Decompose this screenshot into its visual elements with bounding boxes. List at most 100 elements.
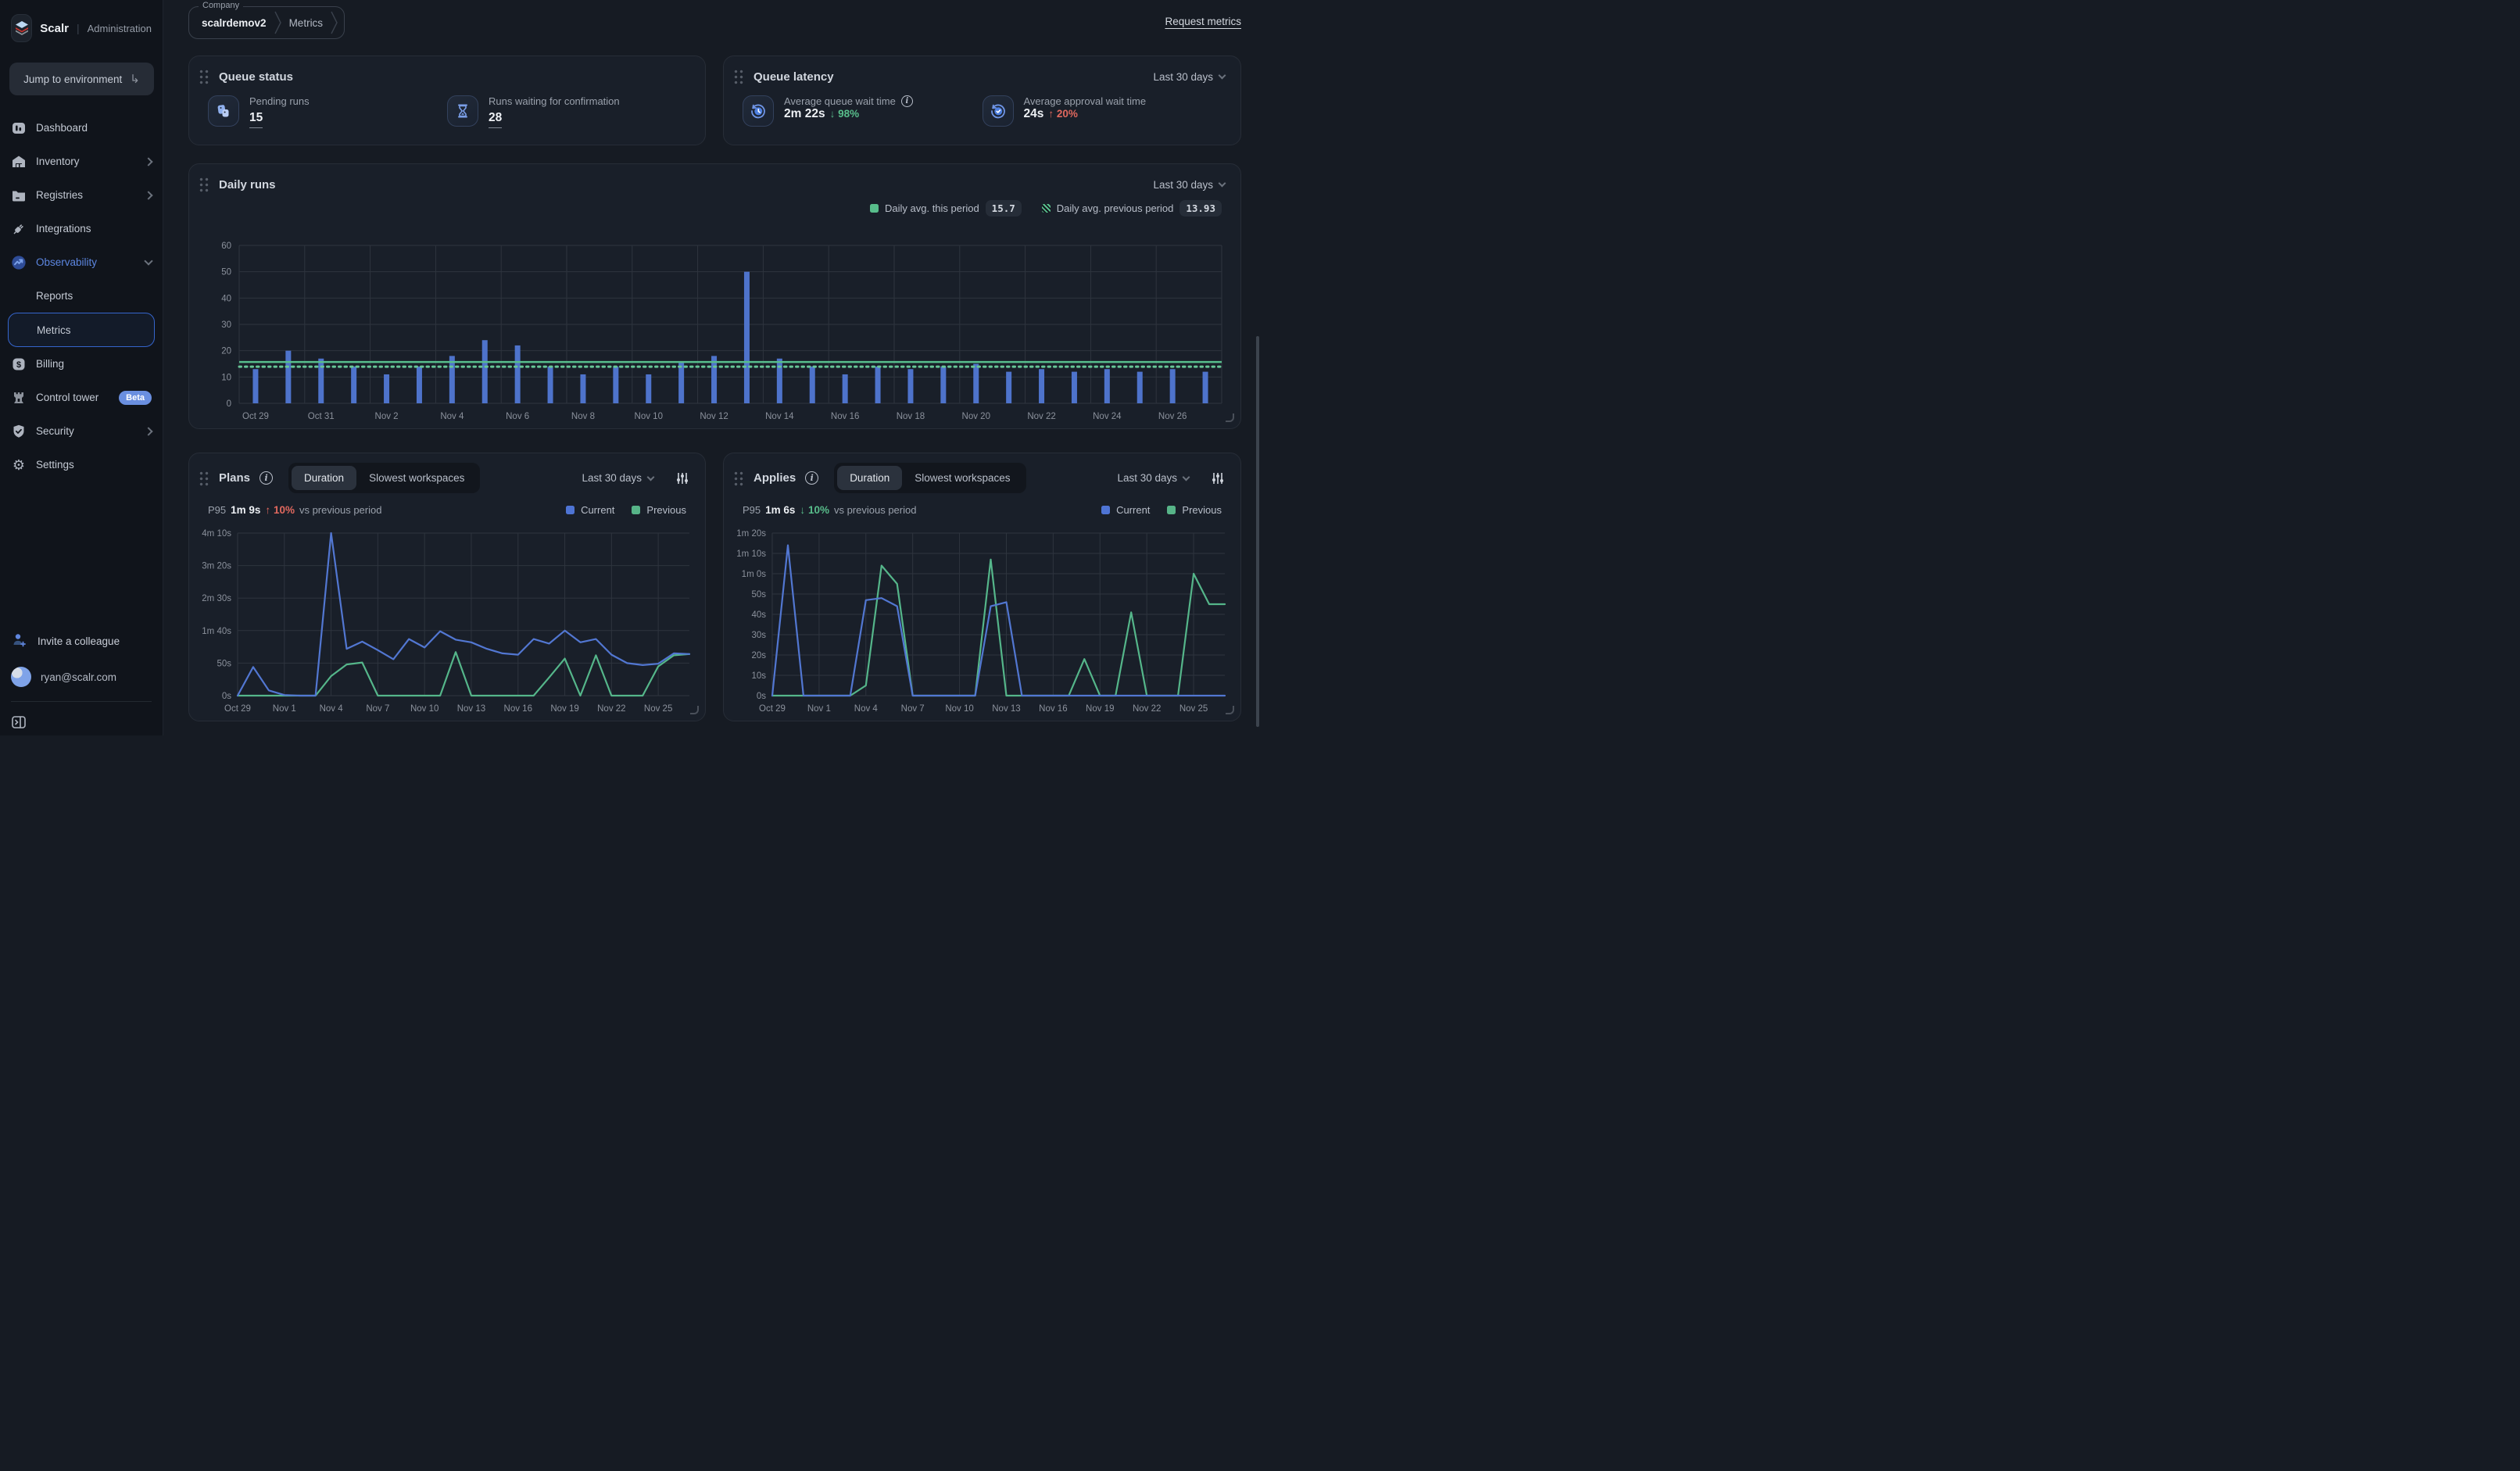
resize-grip[interactable] [690, 706, 699, 714]
info-icon[interactable]: i [805, 471, 818, 485]
info-icon[interactable]: i [260, 471, 273, 485]
sidebar-item-settings[interactable]: ⚙Settings [0, 448, 163, 481]
resize-grip[interactable] [1226, 706, 1234, 714]
stat-pending-runs: Pending runs15 [208, 95, 447, 128]
drag-handle-icon[interactable] [199, 177, 209, 192]
stat-value: 28 [489, 111, 502, 128]
sidebar-item-label: Security [36, 425, 136, 437]
svg-text:Nov 13: Nov 13 [992, 704, 1020, 714]
stat-label: Pending runs [249, 95, 310, 107]
tab-slowest-workspaces[interactable]: Slowest workspaces [902, 466, 1022, 490]
legend-swatch-icon [566, 506, 575, 514]
daily-runs-period-dropdown[interactable]: Last 30 days [1153, 179, 1225, 191]
queue-latency-card: Queue latency Last 30 days Average queue… [723, 55, 1241, 145]
user-menu[interactable]: ryan@scalr.com [0, 659, 163, 695]
stat-label: Average approval wait time [1024, 95, 1147, 107]
svg-text:50: 50 [221, 268, 231, 277]
svg-text:Nov 1: Nov 1 [807, 704, 831, 714]
svg-text:Nov 25: Nov 25 [644, 704, 672, 714]
breadcrumb-company[interactable]: scalrdemov2 [202, 17, 267, 29]
chevron-down-icon [1219, 72, 1226, 80]
legend-item[interactable]: Daily avg. this period15.7 [870, 200, 1022, 217]
tab-slowest-workspaces[interactable]: Slowest workspaces [356, 466, 477, 490]
sidebar-item-billing[interactable]: $Billing [0, 347, 163, 381]
legend-item[interactable]: Daily avg. previous period13.93 [1042, 200, 1222, 217]
sidebar-item-observability[interactable]: Observability [0, 245, 163, 279]
legend-swatch-icon [1101, 506, 1110, 514]
svg-text:Oct 29: Oct 29 [759, 704, 786, 714]
legend-item[interactable]: Previous [632, 504, 686, 516]
topbar: Company scalrdemov2 Metrics Request metr… [188, 0, 1243, 48]
svg-text:Nov 22: Nov 22 [1133, 704, 1161, 714]
tab-duration[interactable]: Duration [837, 466, 902, 490]
scrollbar-thumb[interactable] [1256, 336, 1259, 727]
svg-text:$: $ [16, 360, 21, 370]
svg-text:20: 20 [221, 347, 231, 356]
svg-text:Nov 2: Nov 2 [375, 412, 399, 421]
shield-icon [11, 424, 27, 439]
sidebar-item-registries[interactable]: Registries [0, 178, 163, 212]
plans-filters-button[interactable] [675, 471, 689, 485]
sidebar-item-label: Metrics [37, 324, 143, 336]
request-metrics-link[interactable]: Request metrics [1165, 16, 1241, 27]
sidebar-item-reports[interactable]: Reports [0, 279, 163, 313]
svg-text:Nov 7: Nov 7 [901, 704, 925, 714]
plans-period-dropdown[interactable]: Last 30 days [582, 472, 653, 484]
svg-text:60: 60 [221, 242, 231, 251]
jump-to-environment-button[interactable]: Jump to environment ↳ [9, 63, 154, 95]
applies-period-dropdown[interactable]: Last 30 days [1117, 472, 1189, 484]
sidebar-item-integrations[interactable]: Integrations [0, 212, 163, 245]
svg-text:40s: 40s [751, 610, 766, 620]
breadcrumb-page[interactable]: Metrics [289, 17, 324, 29]
p95-value: 1m 6s [765, 504, 795, 516]
svg-text:Nov 13: Nov 13 [457, 704, 485, 714]
stat-check-history: Average approval wait time24s↑ 20% [983, 95, 1222, 127]
tab-duration[interactable]: Duration [292, 466, 356, 490]
applies-filters-button[interactable] [1211, 471, 1225, 485]
logo-row: Scalr | Administration [0, 11, 163, 45]
queue-latency-period-dropdown[interactable]: Last 30 days [1153, 71, 1225, 83]
legend-label: Previous [646, 504, 686, 516]
avatar [11, 667, 31, 687]
svg-text:Nov 18: Nov 18 [897, 412, 925, 421]
sidebar-item-metrics[interactable]: Metrics [8, 313, 155, 347]
svg-text:0: 0 [227, 399, 231, 409]
resize-grip[interactable] [1226, 413, 1234, 422]
svg-text:Nov 19: Nov 19 [550, 704, 578, 714]
user-email: ryan@scalr.com [41, 671, 116, 683]
breadcrumb[interactable]: Company scalrdemov2 Metrics [188, 6, 345, 39]
legend-item[interactable]: Previous [1167, 504, 1222, 516]
period-label: Last 30 days [1117, 472, 1177, 484]
invite-colleague-label: Invite a colleague [38, 635, 120, 647]
main-content: Company scalrdemov2 Metrics Request metr… [163, 0, 1260, 736]
legend-item[interactable]: Current [566, 504, 614, 516]
legend-label: Daily avg. this period [885, 202, 979, 214]
legend-label: Current [1116, 504, 1150, 516]
sidebar-item-inventory[interactable]: Inventory [0, 145, 163, 178]
plug-icon [11, 221, 27, 237]
invite-colleague-button[interactable]: Invite a colleague [0, 624, 163, 659]
info-icon[interactable]: i [901, 95, 913, 107]
svg-text:30: 30 [221, 320, 231, 330]
sidebar-item-dashboard[interactable]: Dashboard [0, 111, 163, 145]
hourglass-icon [447, 95, 478, 127]
svg-text:50s: 50s [751, 590, 766, 599]
svg-text:Nov 4: Nov 4 [320, 704, 344, 714]
sidebar: Scalr | Administration Jump to environme… [0, 0, 163, 736]
collapse-sidebar-button[interactable] [0, 708, 163, 736]
svg-text:10: 10 [221, 373, 231, 382]
sidebar-item-label: Integrations [36, 223, 152, 234]
scalr-logo-icon [11, 14, 32, 42]
drag-handle-icon[interactable] [199, 471, 209, 486]
drag-handle-icon[interactable] [199, 69, 209, 84]
chevron-down-icon [647, 473, 655, 481]
sidebar-item-control-tower[interactable]: Control towerBeta [0, 381, 163, 414]
legend-item[interactable]: Current [1101, 504, 1150, 516]
sidebar-item-security[interactable]: Security [0, 414, 163, 448]
sliders-icon [1211, 471, 1225, 485]
p95-value: 1m 9s [231, 504, 260, 516]
drag-handle-icon[interactable] [733, 69, 744, 84]
p95-label: P95 [743, 504, 761, 516]
jump-to-environment-label: Jump to environment [23, 73, 122, 85]
drag-handle-icon[interactable] [733, 471, 744, 486]
